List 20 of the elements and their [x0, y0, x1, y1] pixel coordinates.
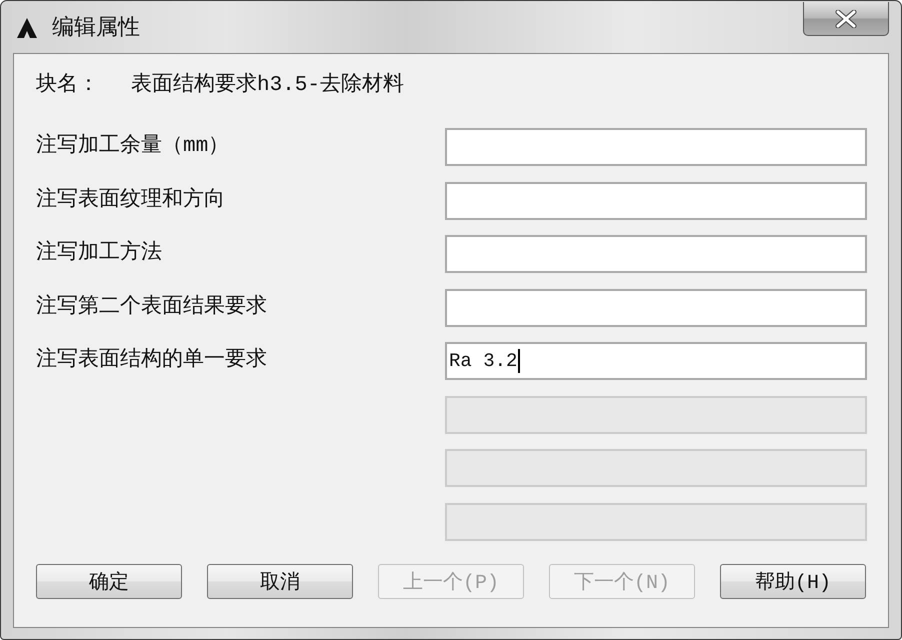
triangle-logo-icon: [17, 18, 37, 38]
field-label: 注写第二个表面结果要求: [36, 294, 267, 320]
dialog-button[interactable]: 取消: [207, 564, 353, 598]
field-label: 注写表面纹理和方向: [36, 188, 225, 214]
input-field[interactable]: Ra 3.2: [445, 342, 867, 380]
input-field[interactable]: [445, 182, 867, 220]
close-icon: [835, 10, 857, 28]
input-field[interactable]: [445, 128, 867, 166]
input-field[interactable]: [445, 235, 867, 273]
text-cursor-icon: [518, 349, 520, 373]
window-title: 编辑属性: [52, 16, 140, 42]
input-field[interactable]: [445, 288, 867, 326]
field-label: 注写加工方法: [36, 241, 162, 267]
field-label: 注写加工余量（mm）: [36, 134, 230, 160]
block-name-label: 块名：: [36, 73, 100, 99]
block-name-value: 表面结构要求h3.5-去除材料: [131, 73, 404, 99]
field-label: 注写表面结构的单一要求: [36, 348, 267, 374]
dialog-button[interactable]: 确定: [36, 564, 182, 598]
close-button[interactable]: [803, 2, 889, 36]
dialog-button[interactable]: 帮助(H): [720, 564, 866, 598]
